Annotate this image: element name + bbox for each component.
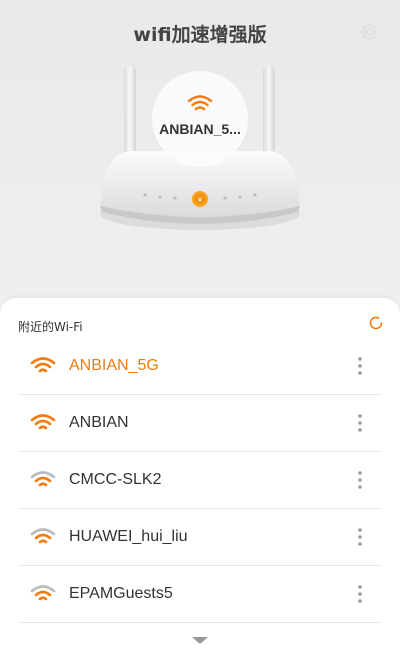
wifi-list-item[interactable]: ANBIAN <box>18 395 382 452</box>
wifi-icon <box>30 414 56 430</box>
wifi-icon <box>30 357 56 373</box>
chevron-down-icon[interactable] <box>191 636 209 646</box>
nearby-header: 附近的Wi-Fi <box>18 320 83 334</box>
more-vertical-icon[interactable] <box>356 527 364 547</box>
wifi-list-item[interactable]: ANBIAN_5G <box>18 338 382 395</box>
wifi-list-item[interactable]: HUAWEI_hui_liu <box>18 509 382 566</box>
nearby-wifi-panel: 附近的Wi-Fi ANBIAN_5G ANBIAN CMCC-SLK2 HUAW… <box>0 298 400 666</box>
wifi-list-item[interactable]: EPAMGuests5 <box>18 566 382 623</box>
more-vertical-icon[interactable] <box>356 584 364 604</box>
refresh-icon[interactable] <box>368 315 384 331</box>
more-vertical-icon[interactable] <box>356 470 364 490</box>
page-title: wifi加速增强版 <box>133 24 267 46</box>
more-vertical-icon[interactable] <box>356 356 364 376</box>
wifi-ssid: ANBIAN_5G <box>69 357 159 374</box>
wifi-ssid: ANBIAN <box>69 414 129 431</box>
gear-icon[interactable] <box>358 21 380 43</box>
wifi-icon <box>30 528 56 544</box>
more-vertical-icon[interactable] <box>356 413 364 433</box>
wifi-icon <box>30 471 56 487</box>
wifi-list: ANBIAN_5G ANBIAN CMCC-SLK2 HUAWEI_hui_li… <box>18 338 382 623</box>
wifi-icon <box>30 585 56 601</box>
svg-text:¥: ¥ <box>198 196 203 204</box>
wifi-ssid: HUAWEI_hui_liu <box>69 528 188 545</box>
wifi-list-item[interactable]: CMCC-SLK2 <box>18 452 382 509</box>
router-illustration: ¥ <box>100 66 300 230</box>
current-network-name: ANBIAN_5... <box>159 121 241 137</box>
wifi-ssid: EPAMGuests5 <box>69 585 173 602</box>
wifi-ssid: CMCC-SLK2 <box>69 471 162 488</box>
